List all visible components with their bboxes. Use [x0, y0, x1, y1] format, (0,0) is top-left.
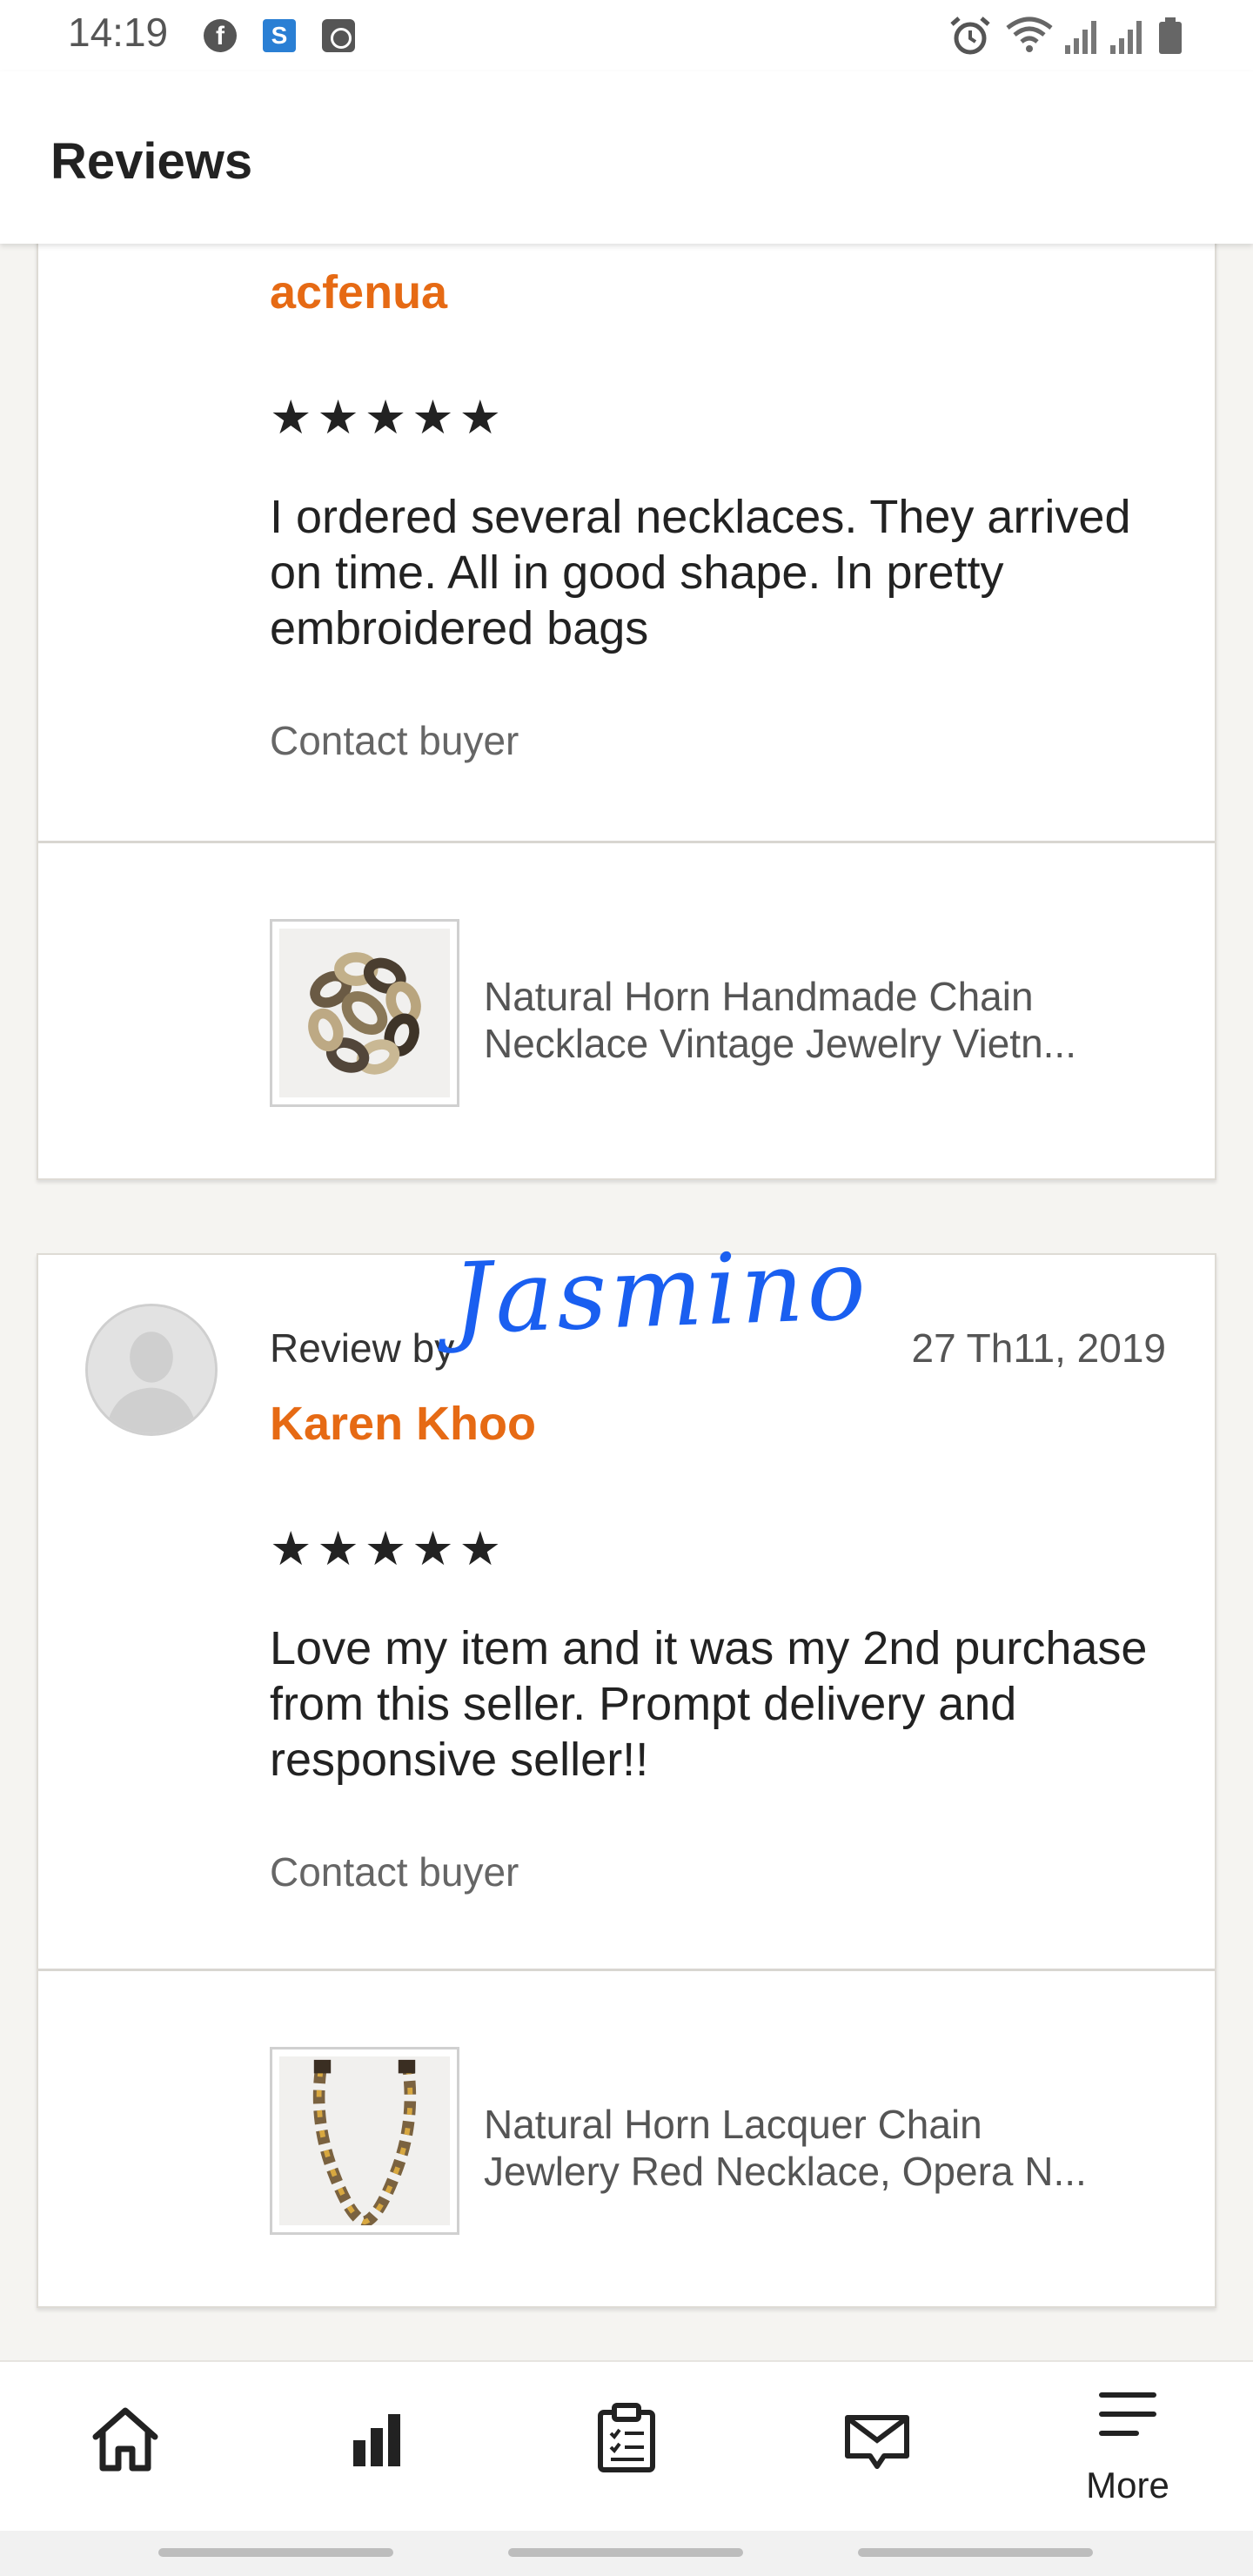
- facebook-icon: f: [204, 19, 237, 52]
- nav-home[interactable]: [38, 2362, 212, 2532]
- contact-buyer-link[interactable]: Contact buyer: [270, 717, 519, 764]
- review-text: I ordered several necklaces. They arrive…: [270, 491, 1131, 654]
- page-title: Reviews: [50, 133, 253, 190]
- nav-orders[interactable]: [539, 2362, 714, 2532]
- contact-buyer-link[interactable]: Contact buyer: [270, 1848, 519, 1895]
- reviewer-name[interactable]: acfenua: [270, 265, 447, 319]
- signal-icon: [1065, 21, 1096, 54]
- s-app-icon: S: [263, 19, 296, 52]
- listing-thumbnail[interactable]: [270, 2047, 459, 2235]
- nav-stats[interactable]: [289, 2362, 463, 2532]
- lacquer-chain-necklace-image: [279, 2056, 450, 2225]
- orders-icon: [598, 2403, 655, 2472]
- messages-icon: [845, 2415, 909, 2469]
- horn-chain-necklace-image: [279, 929, 450, 1097]
- gesture-pill[interactable]: [858, 2548, 1093, 2557]
- gesture-pill[interactable]: [158, 2548, 393, 2557]
- nav-more-label: More: [1086, 2465, 1169, 2506]
- gesture-bar: [0, 2531, 1253, 2576]
- listing-title-line: Natural Horn Lacquer Chain: [484, 2102, 982, 2147]
- star-rating: ★★★★★: [270, 1521, 507, 1576]
- stats-icon: [353, 2414, 400, 2466]
- gesture-pill[interactable]: [508, 2548, 743, 2557]
- alarm-icon: [950, 17, 990, 55]
- battery-icon: [1159, 17, 1182, 54]
- review-card: Review by 27 Th11, 2019 Karen Khoo ★★★★★…: [37, 1253, 1216, 2308]
- avatar[interactable]: [85, 1304, 218, 1436]
- review-date: 27 Th11, 2019: [911, 1325, 1166, 1371]
- listing-title[interactable]: Natural Horn Handmade Chain Necklace Vin…: [484, 973, 1197, 1067]
- listing-title-line: Jewlery Red Necklace, Opera N...: [484, 2149, 1087, 2194]
- reviewer-name[interactable]: Karen Khoo: [270, 1397, 536, 1451]
- wifi-icon: [1006, 17, 1053, 52]
- app-header: Reviews: [0, 71, 1253, 244]
- status-time: 14:19: [68, 10, 169, 55]
- review-by-label: Review by: [270, 1325, 455, 1371]
- bottom-navigation: More: [0, 2360, 1253, 2531]
- nav-more[interactable]: More: [1041, 2362, 1215, 2532]
- home-icon: [92, 2407, 158, 2472]
- star-rating: ★★★★★: [270, 390, 507, 445]
- review-text: Love my item and it was my 2nd purchase …: [270, 1622, 1148, 1786]
- review-card: acfenua ★★★★★ I ordered several necklace…: [37, 111, 1216, 1180]
- listing-title[interactable]: Natural Horn Lacquer Chain Jewlery Red N…: [484, 2101, 1197, 2195]
- listing-thumbnail[interactable]: [270, 919, 459, 1107]
- divider: [38, 1969, 1215, 1971]
- user-silhouette-icon: [88, 1306, 215, 1433]
- divider: [38, 841, 1215, 843]
- handwritten-signature: Jasmino: [450, 1228, 871, 1357]
- more-menu-icon: [1099, 2392, 1156, 2436]
- clock-app-icon: [322, 19, 355, 52]
- listing-title-line: Natural Horn Handmade Chain: [484, 974, 1034, 1019]
- status-bar: 14:19 f S: [0, 0, 1253, 71]
- listing-title-line: Necklace Vintage Jewelry Vietn...: [484, 1021, 1076, 1066]
- nav-messages[interactable]: [790, 2362, 964, 2532]
- signal-icon: [1110, 21, 1142, 54]
